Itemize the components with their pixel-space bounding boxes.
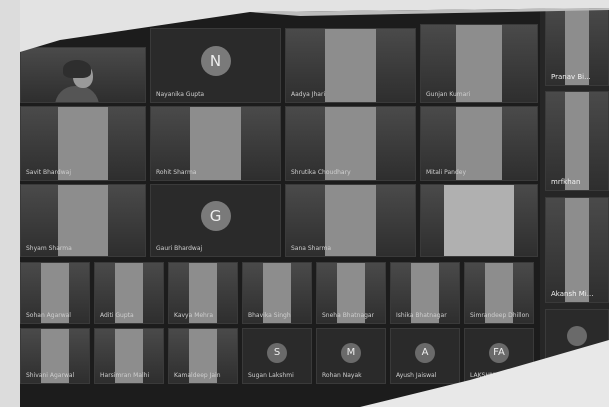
participant-avatar: S <box>267 342 287 363</box>
participant-video <box>55 60 99 102</box>
participant-tile[interactable]: Sana Sharma <box>285 184 416 257</box>
participant-name: Mitali Pandey <box>426 169 466 176</box>
participant-tile[interactable]: Aditi Gupta <box>94 262 164 324</box>
participant-name: Kavya Mehra <box>174 312 214 319</box>
participant-name: Aadya Jhari <box>291 91 326 98</box>
participant-name: Rohan Nayak <box>322 372 362 379</box>
participant-name: Aditi Gupta <box>100 312 134 319</box>
participant-avatar: M <box>341 342 361 363</box>
participant-tile[interactable]: Kamaldeep Jain <box>168 328 238 384</box>
participant-avatar: G <box>200 201 231 232</box>
participant-name: Shyam Sharma <box>26 245 72 252</box>
participant-name: Harsimran Malhi <box>100 372 150 379</box>
participant-name: Shrutika Choudhary <box>291 169 351 176</box>
participant-tile[interactable]: S Sugan Lakshmi <box>242 328 312 384</box>
participant-tile[interactable]: Ishika Bhatnagar <box>390 262 460 324</box>
participant-name: Pranav Bi... <box>551 73 591 81</box>
participant-name: Savit Bhardwaj <box>26 169 71 176</box>
participant-name: Rohit Sharma <box>156 169 197 176</box>
participant-tile[interactable]: FA LAKSHMI MAHATRE <box>464 328 534 384</box>
participant-name: mrfkhan <box>551 178 581 186</box>
side-participant-tile[interactable]: mrfkhan <box>545 91 609 191</box>
participant-tile[interactable]: Savit Bhardwaj <box>20 106 146 181</box>
participant-name: Sana Sharma <box>291 245 332 252</box>
participant-name: LAKSHMI MAHATRE <box>470 372 528 379</box>
participant-avatar: N <box>200 46 231 77</box>
participant-tile[interactable]: A Ayush Jaiswal <box>390 328 460 384</box>
participant-tile[interactable]: Shyam Sharma <box>20 184 146 257</box>
participant-tile[interactable]: M Rohan Nayak <box>316 328 386 384</box>
participant-avatar: FA <box>489 342 509 363</box>
side-participant-tile[interactable] <box>545 309 609 369</box>
participant-tile[interactable]: G Gauri Bhardwaj <box>150 184 281 257</box>
participant-name: Gauri Bhardwaj <box>156 245 203 252</box>
participant-tile[interactable]: Sneha Bhatnagar <box>316 262 386 324</box>
participant-name: Shivani Agarwal <box>26 372 75 379</box>
participant-avatar: A <box>415 342 435 363</box>
participant-tile[interactable]: Bhavika Singh <box>242 262 312 324</box>
participant-video <box>444 185 514 256</box>
participant-tile[interactable]: Shivani Agarwal <box>20 328 90 384</box>
participant-video <box>564 198 590 302</box>
side-participant-tile[interactable]: Pranav Bi... <box>545 4 609 86</box>
participant-name: Ayush Jaiswal <box>396 372 437 379</box>
participant-name: Sohan Agarwal <box>26 312 71 319</box>
participant-tile[interactable]: Gunjan Kumari <box>420 24 538 103</box>
participant-name: Gunjan Kumari <box>426 91 471 98</box>
participant-video <box>564 92 590 190</box>
participant-video <box>324 29 377 102</box>
participant-avatar <box>567 325 587 346</box>
participant-video <box>189 107 242 180</box>
participant-name: Bhavika Singh <box>248 312 291 319</box>
participant-name: Akansh Mi... <box>551 290 594 298</box>
participant-name: Sugan Lakshmi <box>248 372 294 379</box>
participant-name: Nayanika Gupta <box>156 91 205 98</box>
participant-tile[interactable]: Sohan Agarwal <box>20 262 90 324</box>
participant-tile[interactable]: Kavya Mehra <box>168 262 238 324</box>
side-participant-tile[interactable]: Akansh Mi... <box>545 197 609 303</box>
video-call-screenshot: N Nayanika Gupta Aadya Jhari Gunjan Kuma… <box>0 0 609 407</box>
participant-tile[interactable]: N Nayanika Gupta <box>150 28 281 103</box>
participant-tile[interactable]: Mitali Pandey <box>420 106 538 181</box>
participant-tile[interactable]: Aadya Jhari <box>285 28 416 103</box>
participant-tile[interactable] <box>420 184 538 257</box>
participant-tile[interactable]: Harsimran Malhi <box>94 328 164 384</box>
participant-name: Sneha Bhatnagar <box>322 312 375 319</box>
participant-tile[interactable]: Simrandeep Dhillon <box>464 262 534 324</box>
participant-name: Simrandeep Dhillon <box>470 312 530 319</box>
participant-tile[interactable]: Shrutika Choudhary <box>285 106 416 181</box>
participant-name: Kamaldeep Jain <box>174 372 221 379</box>
participant-tile[interactable] <box>20 47 146 103</box>
participant-tile[interactable]: Rohit Sharma <box>150 106 281 181</box>
participant-video <box>324 185 377 256</box>
participant-name: Ishika Bhatnagar <box>396 312 447 319</box>
